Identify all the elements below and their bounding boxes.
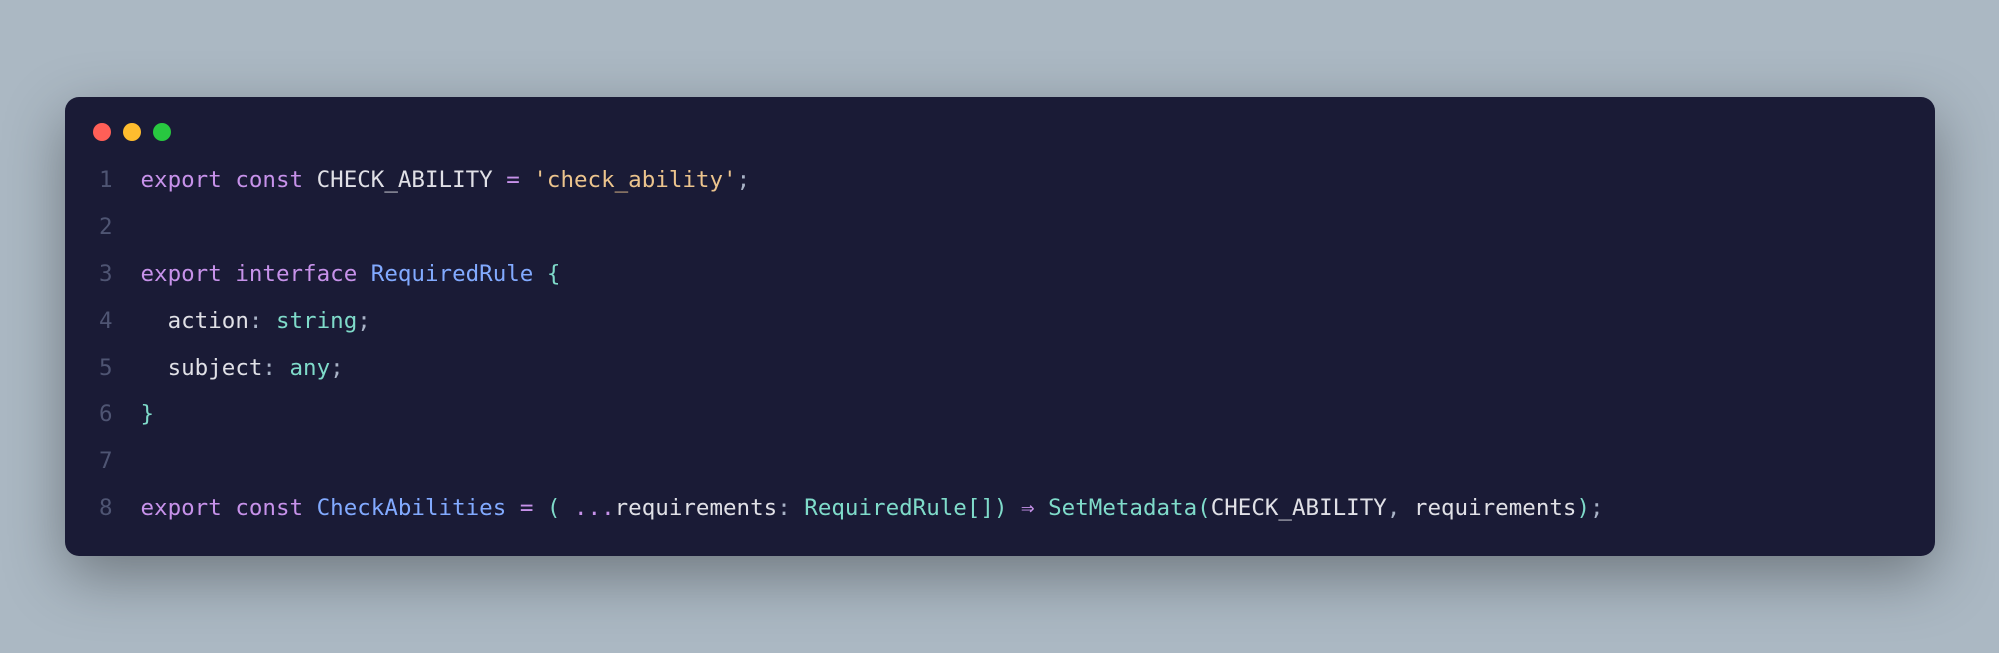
token bbox=[357, 261, 371, 287]
token: ; bbox=[737, 167, 751, 193]
line-number: 6 bbox=[93, 391, 141, 438]
token: ) bbox=[1576, 495, 1590, 521]
token bbox=[533, 495, 547, 521]
code-line: 8export const CheckAbilities = ( ...requ… bbox=[93, 485, 1935, 532]
line-number: 8 bbox=[93, 485, 141, 532]
close-icon[interactable] bbox=[93, 123, 111, 141]
line-content: export const CHECK_ABILITY = 'check_abil… bbox=[141, 157, 751, 204]
token bbox=[222, 261, 236, 287]
token bbox=[791, 495, 805, 521]
token: CheckAbilities bbox=[317, 495, 507, 521]
token: export bbox=[141, 261, 222, 287]
token: interface bbox=[235, 261, 357, 287]
token: ; bbox=[330, 355, 344, 381]
token: CHECK_ABILITY bbox=[1211, 495, 1387, 521]
token bbox=[1400, 495, 1414, 521]
code-line: 4 action: string; bbox=[93, 298, 1935, 345]
token: any bbox=[290, 355, 331, 381]
line-number: 1 bbox=[93, 157, 141, 204]
code-block: 1export const CHECK_ABILITY = 'check_abi… bbox=[65, 157, 1935, 531]
token bbox=[276, 355, 290, 381]
token: RequiredRule bbox=[804, 495, 967, 521]
line-content: export interface RequiredRule { bbox=[141, 251, 561, 298]
token: ; bbox=[357, 308, 371, 334]
line-content: export const CheckAbilities = ( ...requi… bbox=[141, 485, 1604, 532]
token bbox=[493, 167, 507, 193]
code-window: 1export const CHECK_ABILITY = 'check_abi… bbox=[65, 97, 1935, 555]
token: export bbox=[141, 495, 222, 521]
line-number: 5 bbox=[93, 345, 141, 392]
code-line: 7 bbox=[93, 438, 1935, 485]
token: ) bbox=[994, 495, 1008, 521]
line-content: action: string; bbox=[141, 298, 371, 345]
token: SetMetadata bbox=[1048, 495, 1197, 521]
line-content: } bbox=[141, 391, 155, 438]
line-number: 3 bbox=[93, 251, 141, 298]
token: : bbox=[249, 308, 263, 334]
line-number: 7 bbox=[93, 438, 141, 485]
token: const bbox=[235, 495, 303, 521]
token bbox=[222, 495, 236, 521]
token: = bbox=[520, 495, 534, 521]
token bbox=[303, 495, 317, 521]
token: ... bbox=[574, 495, 615, 521]
token: ( bbox=[547, 495, 561, 521]
token bbox=[533, 261, 547, 287]
token: : bbox=[777, 495, 791, 521]
token: , bbox=[1387, 495, 1401, 521]
token: action bbox=[168, 308, 249, 334]
token bbox=[141, 355, 168, 381]
code-line: 2 bbox=[93, 204, 1935, 251]
token: RequiredRule bbox=[371, 261, 534, 287]
token: ⇒ bbox=[1021, 495, 1035, 521]
code-line: 5 subject: any; bbox=[93, 345, 1935, 392]
token bbox=[1008, 495, 1022, 521]
token bbox=[520, 167, 534, 193]
token: ( bbox=[1197, 495, 1211, 521]
code-line: 1export const CHECK_ABILITY = 'check_abi… bbox=[93, 157, 1935, 204]
token: : bbox=[262, 355, 276, 381]
token bbox=[141, 308, 168, 334]
code-line: 3export interface RequiredRule { bbox=[93, 251, 1935, 298]
token bbox=[560, 495, 574, 521]
minimize-icon[interactable] bbox=[123, 123, 141, 141]
window-titlebar bbox=[65, 121, 1935, 157]
maximize-icon[interactable] bbox=[153, 123, 171, 141]
token bbox=[262, 308, 276, 334]
token: ; bbox=[1590, 495, 1604, 521]
token: 'check_ability' bbox=[533, 167, 736, 193]
token: string bbox=[276, 308, 357, 334]
line-number: 2 bbox=[93, 204, 141, 251]
token bbox=[506, 495, 520, 521]
code-line: 6} bbox=[93, 391, 1935, 438]
token: [] bbox=[967, 495, 994, 521]
token bbox=[222, 167, 236, 193]
token: } bbox=[141, 401, 155, 427]
token: const bbox=[235, 167, 303, 193]
line-number: 4 bbox=[93, 298, 141, 345]
token bbox=[1035, 495, 1049, 521]
token: { bbox=[547, 261, 561, 287]
token: requirements bbox=[1414, 495, 1577, 521]
token: requirements bbox=[615, 495, 778, 521]
token: = bbox=[506, 167, 520, 193]
token: CHECK_ABILITY bbox=[317, 167, 493, 193]
token: subject bbox=[168, 355, 263, 381]
token: export bbox=[141, 167, 222, 193]
token bbox=[303, 167, 317, 193]
line-content: subject: any; bbox=[141, 345, 344, 392]
